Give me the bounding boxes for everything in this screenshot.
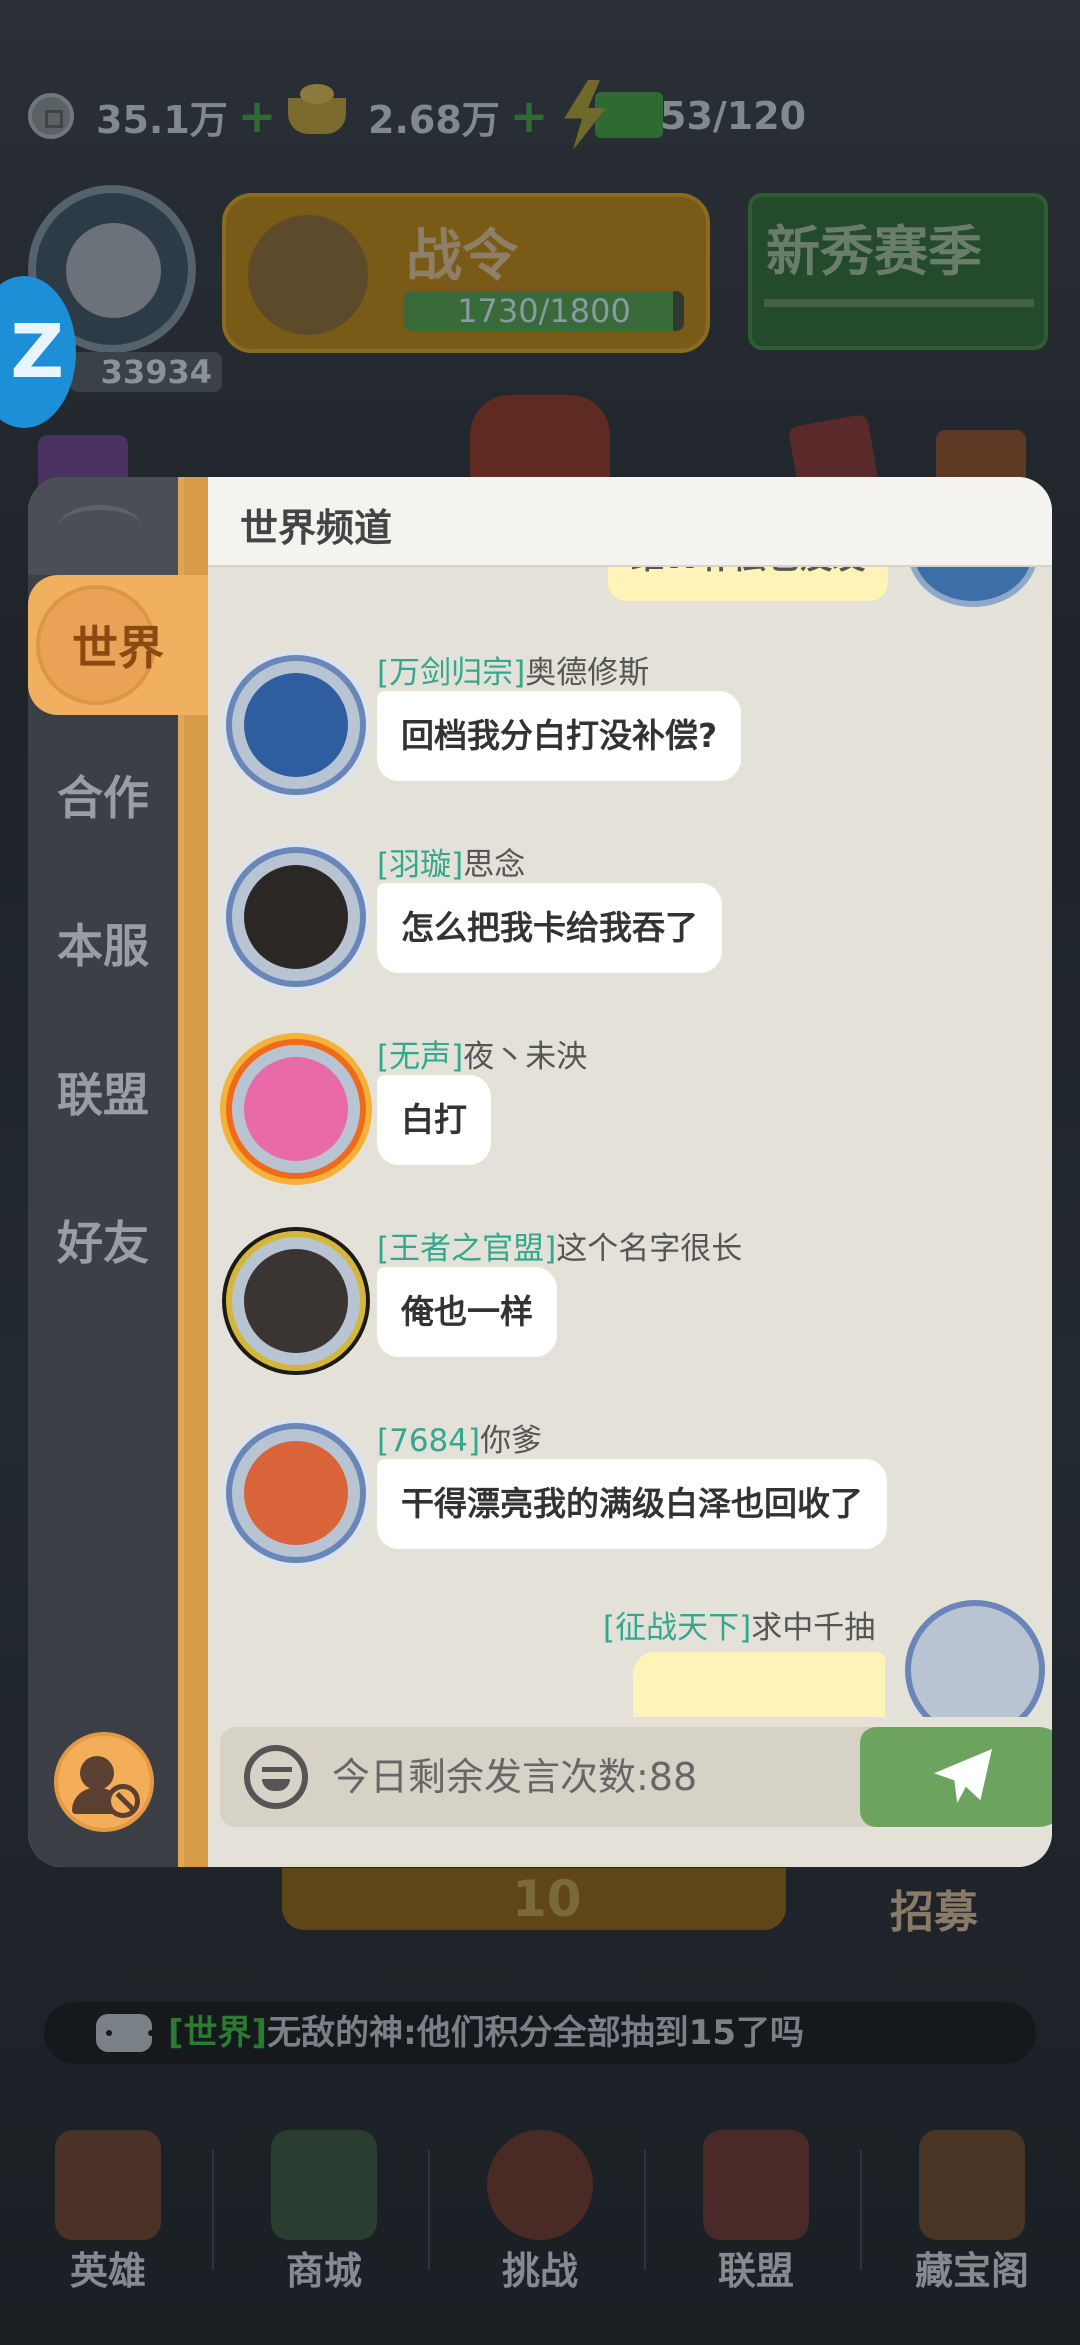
sender-name[interactable]: [羽璇]思念 (377, 839, 525, 884)
chat-header-title: 世界频道 (240, 506, 393, 550)
battle-pass-title: 战令 (406, 224, 518, 289)
ticker-text: [世界]无敌的神:他们积分全部抽到15了吗 (168, 2013, 804, 2053)
season-progress-track (764, 299, 1034, 307)
alliance-icon (703, 2130, 809, 2240)
nav-challenge-label: 挑战 (501, 2249, 578, 2293)
battle-pass-banner[interactable]: 战令 1730/1800 (222, 193, 710, 353)
chat-message: [无声]夜丶未泱 白打 (220, 1031, 1040, 1211)
message-bubble: 怎么把我卡给我吞了 (377, 883, 722, 973)
summon-button[interactable]: 10 (282, 1868, 786, 1930)
world-chat-ticker[interactable]: [世界]无敌的神:他们积分全部抽到15了吗 (44, 2002, 1036, 2064)
nav-divider (860, 2150, 862, 2270)
message-bubble: 白打 (377, 1075, 491, 1165)
avatar-face-icon (66, 223, 161, 318)
block-icon (106, 1784, 140, 1818)
tab-alliance[interactable]: 联盟 (28, 1022, 178, 1162)
nav-divider (644, 2150, 646, 2270)
nav-divider (212, 2150, 214, 2270)
person-icon (80, 1756, 114, 1790)
challenge-icon (487, 2130, 593, 2240)
nav-shop-label: 商城 (285, 2249, 362, 2293)
chat-input[interactable]: 今日剩余发言次数:88 (220, 1727, 1052, 1827)
own-chat-message: [征战天下]求中千抽 (603, 1600, 1045, 1717)
nav-challenge[interactable]: 挑战 (432, 2130, 648, 2345)
tab-server[interactable]: 本服 (28, 873, 178, 1013)
chat-message-list[interactable]: 维W补偿也没发 [万剑归宗]奥德修斯 回档我分白打没补偿? [羽璇]思念 怎么把… (208, 567, 1052, 1717)
chat-message: [羽璇]思念 怎么把我卡给我吞了 (220, 839, 1040, 1019)
energy-resource[interactable]: 53/120 (660, 88, 806, 144)
tab-friends-label: 好友 (57, 1216, 149, 1270)
sword-shield-icon (248, 215, 368, 335)
treasure-chest-icon (919, 2130, 1025, 2240)
nav-heroes[interactable]: 英雄 (0, 2130, 216, 2345)
gold-resource[interactable]: 2.68万 + (288, 84, 549, 144)
send-button[interactable] (860, 1727, 1052, 1827)
own-sender-name: [征战天下]求中千抽 (603, 1610, 876, 1646)
shop-icon (271, 2130, 377, 2240)
game-screen: 35.1万 + 2.68万 + 53/120 33934 Z 战令 1730/1… (0, 0, 1080, 2345)
recruit-label[interactable]: 招募 (890, 1876, 978, 1940)
copper-resource[interactable]: 35.1万 + (28, 88, 276, 144)
sender-name[interactable]: [7684]你爹 (377, 1415, 542, 1460)
tab-cooperation[interactable]: 合作 (28, 725, 178, 865)
nav-shop[interactable]: 商城 (216, 2130, 432, 2345)
chat-input-placeholder: 今日剩余发言次数:88 (332, 1755, 698, 1799)
sender-avatar[interactable] (226, 1231, 366, 1371)
energy-bar (595, 92, 663, 138)
block-list-button[interactable] (54, 1732, 154, 1832)
tab-cooperation-label: 合作 (57, 771, 149, 825)
chat-header: 世界频道 (208, 477, 1052, 567)
sender-avatar[interactable] (226, 1423, 366, 1563)
gold-amount: 2.68万 (368, 97, 500, 142)
add-copper-icon[interactable]: + (238, 89, 277, 143)
chat-bubble-icon (96, 2014, 154, 2052)
message-bubble: 回档我分白打没补偿? (377, 691, 742, 781)
message-bubble: 俺也一样 (377, 1267, 557, 1357)
cut-off-bubble: 维W补偿也没发 (608, 567, 888, 601)
paper-plane-icon (934, 1749, 992, 1803)
nav-divider (428, 2150, 430, 2270)
sender-avatar[interactable] (226, 1039, 366, 1179)
rookie-season-banner[interactable]: 新秀赛季 (748, 193, 1048, 350)
battle-pass-progress-bar: 1730/1800 (404, 291, 684, 331)
tab-alliance-label: 联盟 (57, 1068, 149, 1122)
combat-power: 33934 (70, 352, 222, 392)
battle-pass-progress-text: 1730/1800 (457, 292, 631, 330)
chat-message: [7684]你爹 干得漂亮我的满级白泽也回收了 (220, 1415, 1040, 1595)
sender-name[interactable]: [无声]夜丶未泱 (377, 1031, 587, 1076)
chat-message: [万剑归宗]奥德修斯 回档我分白打没补偿? (220, 647, 1040, 827)
summon-cost: 10 (512, 1870, 582, 1928)
cut-off-avatar[interactable] (908, 567, 1038, 607)
tab-world[interactable]: 世界 (28, 575, 208, 715)
nav-alliance[interactable]: 联盟 (648, 2130, 864, 2345)
nav-heroes-label: 英雄 (69, 2249, 146, 2293)
copper-amount: 35.1万 (96, 97, 228, 142)
nav-treasure-label: 藏宝阁 (914, 2249, 1029, 2293)
hero-icon (55, 2130, 161, 2240)
tab-world-label: 世界 (72, 621, 164, 675)
tab-server-label: 本服 (57, 919, 149, 973)
add-gold-icon[interactable]: + (510, 89, 549, 143)
rookie-season-title: 新秀赛季 (766, 220, 982, 283)
copper-coin-icon (28, 93, 74, 139)
tab-friends[interactable]: 好友 (28, 1170, 178, 1310)
sender-name[interactable]: [万剑归宗]奥德修斯 (377, 647, 649, 692)
chat-panel: 世界 合作 本服 联盟 好友 世界频道 维W补偿也没发 [万剑归宗]奥德修斯 (28, 477, 1052, 1867)
sender-avatar[interactable] (226, 655, 366, 795)
message-bubble: 干得漂亮我的满级白泽也回收了 (377, 1459, 887, 1549)
nav-treasure[interactable]: 藏宝阁 (864, 2130, 1080, 2345)
sender-avatar[interactable] (226, 847, 366, 987)
gold-ingot-icon (288, 84, 346, 134)
own-avatar[interactable] (905, 1600, 1045, 1717)
sender-name[interactable]: [王者之官盟]这个名字很长 (377, 1223, 742, 1268)
nav-alliance-label: 联盟 (717, 2249, 794, 2293)
energy-amount: 53/120 (660, 94, 807, 138)
chat-input-bar: 今日剩余发言次数:88 (208, 1717, 1052, 1867)
bottom-nav: 英雄 商城 挑战 联盟 藏宝阁 (0, 2130, 1080, 2345)
own-message-bubble (633, 1652, 885, 1717)
emoji-icon[interactable] (244, 1745, 308, 1809)
sidebar-cloud-ornament (28, 477, 178, 575)
chat-message: [王者之官盟]这个名字很长 俺也一样 (220, 1223, 1040, 1403)
